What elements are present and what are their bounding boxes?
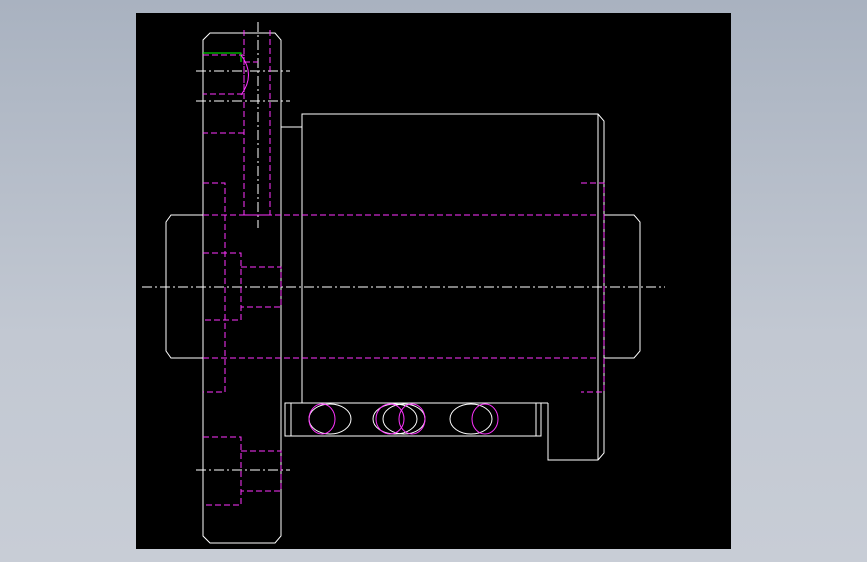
flange-outline xyxy=(202,32,282,544)
cad-viewport[interactable] xyxy=(136,13,731,549)
drawing-canvas xyxy=(142,22,665,544)
recirculating-balls xyxy=(308,403,499,435)
counterbore-arc xyxy=(240,54,249,96)
counterbore-highlight xyxy=(203,52,242,62)
